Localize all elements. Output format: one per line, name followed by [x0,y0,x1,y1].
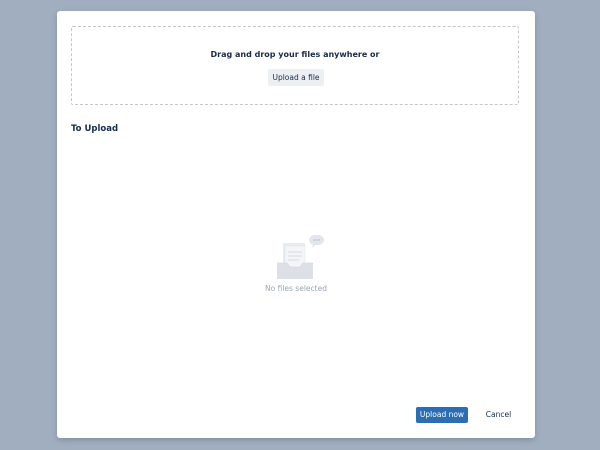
upload-now-button[interactable]: Upload now [416,407,468,423]
empty-inbox-illustration-icon [277,235,324,279]
file-dropzone[interactable]: Drag and drop your files anywhere or Upl… [71,26,519,105]
cancel-button[interactable]: Cancel [476,407,521,423]
upload-file-button[interactable]: Upload a file [268,69,324,86]
empty-state: No files selected [57,235,535,305]
dropzone-prompt: Drag and drop your files anywhere or [210,50,380,59]
to-upload-title: To Upload [71,124,119,134]
upload-dialog: Drag and drop your files anywhere or Upl… [57,11,535,438]
empty-state-message: No files selected [265,284,327,293]
dialog-footer: Upload now Cancel [401,407,521,423]
